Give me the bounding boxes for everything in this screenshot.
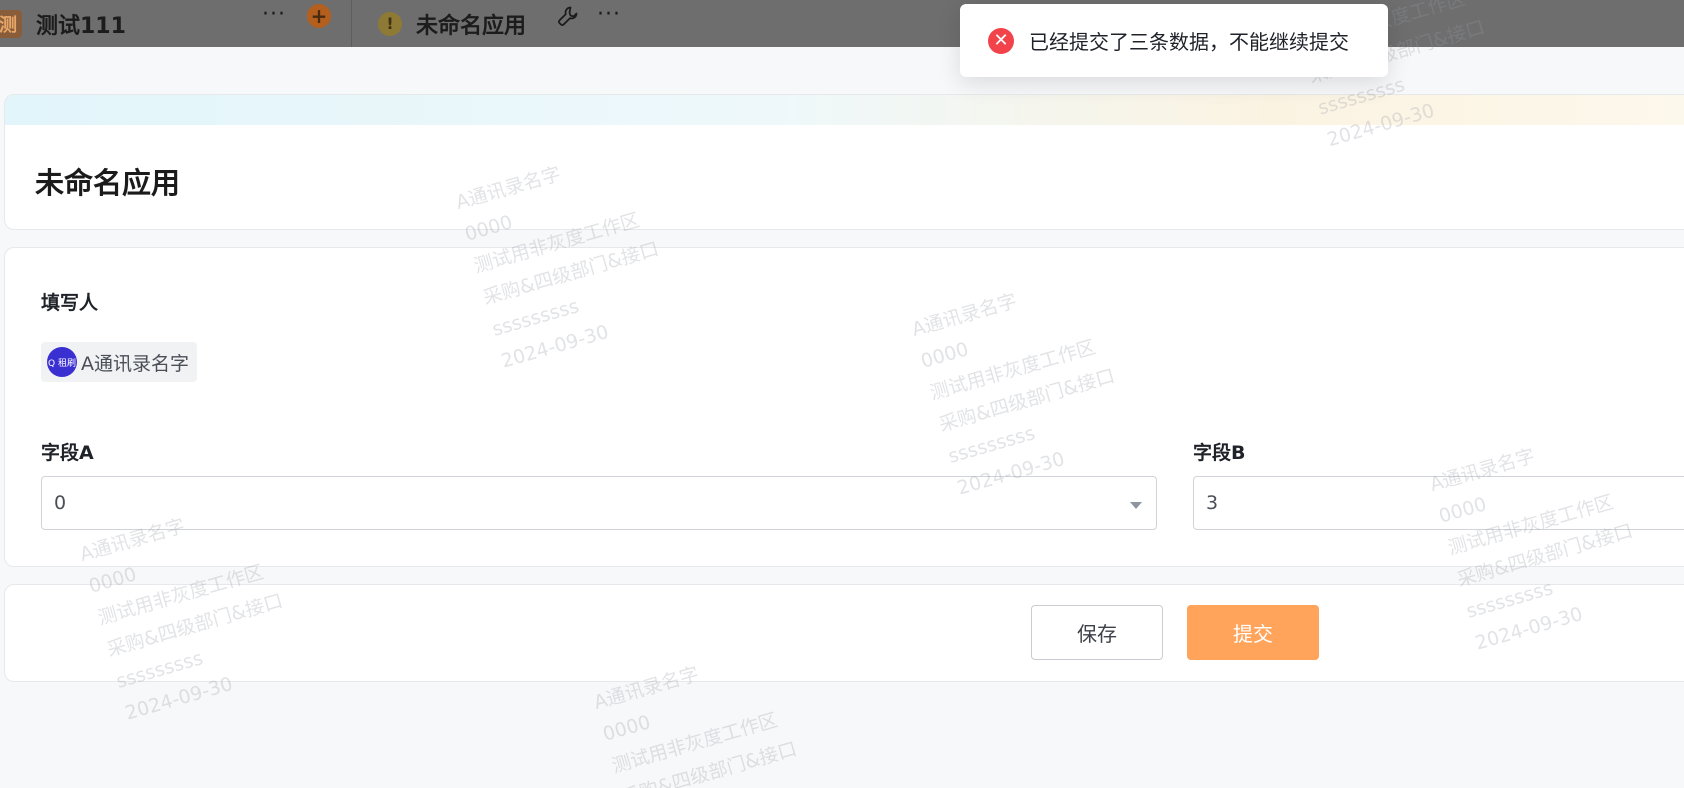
avatar: Q 租刷 — [47, 347, 77, 377]
save-button[interactable]: 保存 — [1031, 605, 1163, 660]
more-dots-icon[interactable]: ··· — [597, 2, 621, 27]
app-page: 测 测试111 ··· + ! 未命名应用 ··· 未命名应用 填写人 Q 租刷… — [0, 0, 1684, 788]
filler-user-name: A通讯录名字 — [81, 352, 189, 375]
warning-circle-icon: ! — [378, 11, 402, 36]
field-b-input[interactable]: 3 — [1193, 476, 1684, 530]
app-tab-unnamed[interactable]: ! 未命名应用 ··· — [353, 0, 673, 47]
field-a-label: 字段A — [41, 442, 94, 464]
app-logo: 测 — [0, 9, 22, 38]
filler-label: 填写人 — [41, 292, 99, 314]
wrench-icon[interactable] — [556, 4, 580, 28]
field-a-select[interactable]: 0 — [41, 476, 1157, 530]
more-dots-icon[interactable]: ··· — [262, 2, 286, 27]
header-gradient-strip — [5, 95, 1684, 125]
field-b-value: 3 — [1206, 492, 1219, 514]
watermark-line: 采购&四级部门&接口 — [618, 737, 800, 788]
error-toast: ✕ 已经提交了三条数据，不能继续提交 — [960, 4, 1388, 77]
app-tab-title: 未命名应用 — [416, 13, 527, 39]
field-a-value: 0 — [54, 492, 67, 514]
form-card: 填写人 Q 租刷 A通讯录名字 字段A 0 字段B 3 — [4, 247, 1684, 567]
watermark-line: 测试用非灰度工作区 — [609, 709, 781, 778]
caret-down-icon — [1130, 502, 1142, 509]
submit-button[interactable]: 提交 — [1187, 605, 1319, 660]
filler-user-chip[interactable]: Q 租刷 A通讯录名字 — [41, 342, 197, 382]
app-tab-title: 测试111 — [36, 13, 126, 39]
action-card: 保存 提交 — [4, 584, 1684, 682]
error-circle-icon: ✕ — [988, 27, 1014, 54]
toast-message: 已经提交了三条数据，不能继续提交 — [1029, 30, 1349, 54]
plus-circle-icon[interactable]: + — [307, 4, 331, 28]
top-bar: 测 测试111 ··· + ! 未命名应用 ··· — [0, 0, 1684, 47]
page-title: 未命名应用 — [35, 166, 181, 200]
app-tab-test111[interactable]: 测 测试111 ··· + — [0, 0, 352, 47]
field-b-label: 字段B — [1193, 442, 1246, 464]
header-card: 未命名应用 — [4, 94, 1684, 230]
